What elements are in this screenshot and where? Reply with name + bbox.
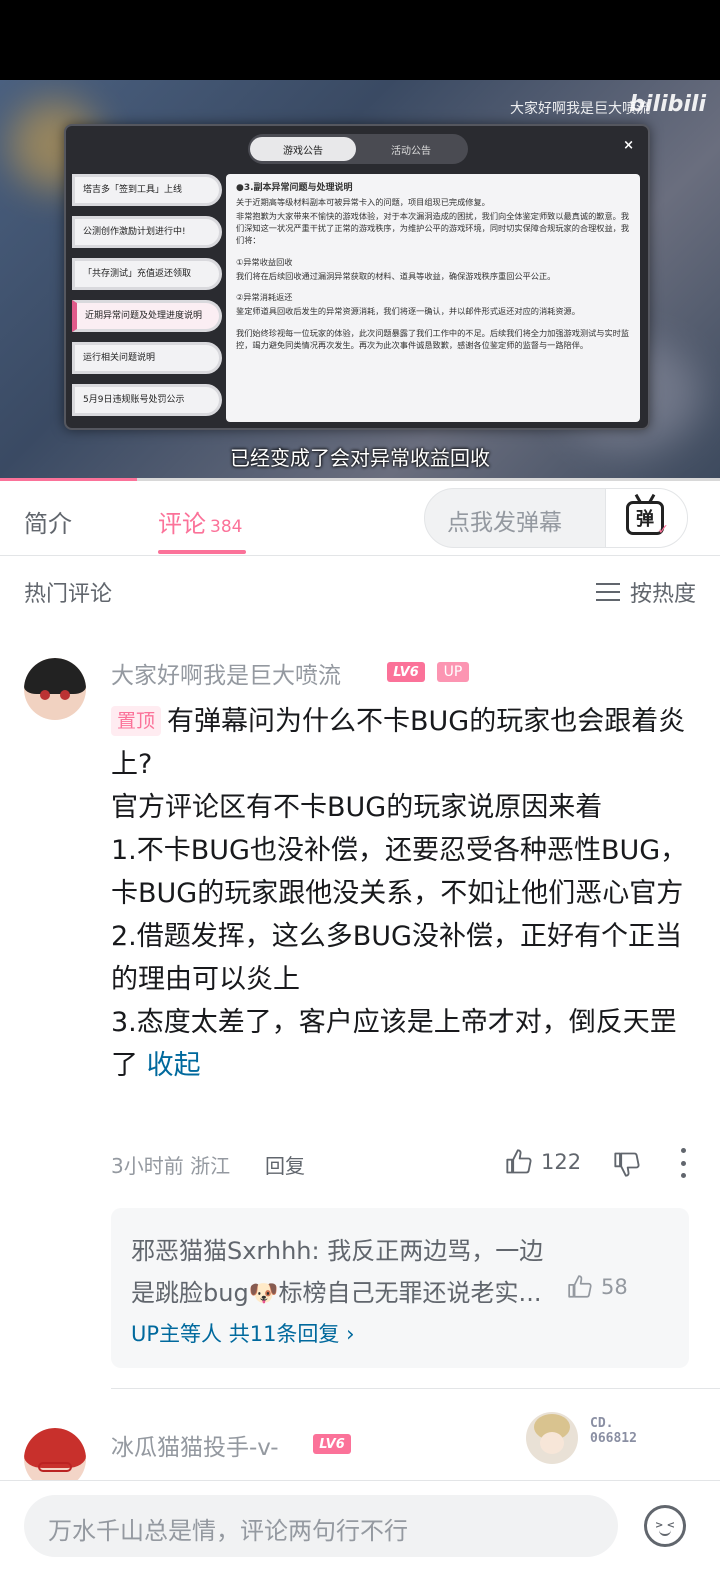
- thumbs-down-icon[interactable]: [613, 1150, 641, 1178]
- view-all-replies-link[interactable]: UP主等人 共11条回复 ›: [131, 1318, 355, 1348]
- pinned-tag: 置顶: [111, 706, 162, 736]
- tab-active-indicator: [158, 550, 246, 554]
- panel-list-item: 5月9日违规账号处罚公示: [72, 384, 222, 416]
- tab-comments-label: 评论: [158, 510, 206, 538]
- panel-list-item-active: 近期异常问题及处理进度说明: [72, 300, 222, 332]
- emoji-icon[interactable]: > <: [644, 1505, 686, 1547]
- video-player[interactable]: 大家好啊我是巨大喷流 bilibili 游戏公告 活动公告 × 塔吉多「签到工具…: [0, 80, 720, 480]
- status-bar: [0, 0, 720, 80]
- comment-text: 有弹幕问为什么不卡BUG的玩家也会跟着炎上? 官方评论区有不卡BUG的玩家说原因…: [111, 706, 688, 1081]
- like-button[interactable]: 122: [505, 1148, 581, 1176]
- panel-announcement-body: ●3.副本异常问题与处理说明 关于近期高等级材料副本可被异常卡入的问题，项目组现…: [226, 174, 640, 422]
- avatar[interactable]: [24, 658, 86, 720]
- panel-body-heading: ●3.副本异常问题与处理说明: [236, 183, 353, 193]
- tab-comments[interactable]: 评论 384: [158, 504, 242, 539]
- panel-list-item: 运行相关问题说明: [72, 342, 222, 374]
- comment-input-placeholder: 万水千山总是情，评论两句行不行: [48, 1517, 408, 1545]
- sort-by-popularity-button[interactable]: 按热度: [595, 576, 696, 608]
- reply-like-count: 58: [601, 1275, 628, 1299]
- panel-list-item: 「共存测试」充值返还领取: [72, 258, 222, 290]
- comment-time-location: 3小时前 浙江: [111, 1154, 231, 1178]
- decoration-number: CD. 066812: [590, 1416, 637, 1446]
- panel-tab-game: 游戏公告: [250, 137, 356, 161]
- reply-like-button[interactable]: 58: [567, 1274, 628, 1300]
- danmaku-icon-glyph: 弹: [636, 509, 654, 530]
- danmaku-input[interactable]: 点我发弹幕 弹 ✓: [424, 488, 688, 548]
- tab-intro[interactable]: 简介: [24, 504, 72, 539]
- sort-list-icon: [595, 583, 620, 601]
- panel-body-line: 我们将在后续回收通过漏洞异常获取的材料、道具等收益，确保游戏秩序重回公平公正。: [236, 270, 556, 281]
- thumbs-up-icon: [568, 1275, 592, 1298]
- danmaku-toggle-button[interactable]: 弹 ✓: [605, 489, 687, 547]
- more-options-icon[interactable]: [679, 1148, 687, 1178]
- fan-decoration-card[interactable]: CD. 066812: [526, 1412, 666, 1464]
- game-announcement-panel: 游戏公告 活动公告 × 塔吉多「签到工具」上线 公测创作激励计划进行中! 「共存…: [64, 124, 650, 430]
- video-tab-bar: 简介 评论 384 点我发弹幕 弹 ✓: [0, 480, 720, 556]
- check-icon: ✓: [657, 522, 669, 538]
- reply-preview[interactable]: 邪恶猫猫Sxrhhh: 我反正两边骂，一边是跳脸bug🐶标榜自己无罪还说老实..…: [111, 1208, 689, 1368]
- thumbs-up-icon: [506, 1149, 532, 1174]
- panel-body-line: 我们始终珍视每一位玩家的体验，此次问题暴露了我们工作中的不足。后续我们将全力加强…: [236, 328, 630, 351]
- comments-count: 384: [210, 517, 243, 537]
- bilibili-logo: bilibili: [629, 92, 706, 117]
- panel-list-item: 塔吉多「签到工具」上线: [72, 174, 222, 206]
- comment-body: 置顶 有弹幕问为什么不卡BUG的玩家也会跟着炎上? 官方评论区有不卡BUG的玩家说…: [111, 700, 701, 1087]
- comment-divider: [111, 1388, 720, 1389]
- panel-body-line: 非常抱歉为大家带来不愉快的游戏体验，对于本次漏洞造成的困扰，我们向全体鉴定师致以…: [236, 210, 630, 245]
- panel-tab-event: 活动公告: [391, 145, 431, 157]
- panel-list-item: 公测创作激励计划进行中!: [72, 216, 222, 248]
- comment-username[interactable]: 冰瓜猫猫投手-v-: [111, 1428, 279, 1462]
- panel-body-line: ①异常收益回收: [236, 256, 293, 267]
- bottom-comment-bar: 万水千山总是情，评论两句行不行 > <: [0, 1480, 720, 1584]
- comment-input[interactable]: 万水千山总是情，评论两句行不行: [24, 1495, 618, 1557]
- panel-close-icon: ×: [623, 138, 634, 153]
- reply-preview-text: 邪恶猫猫Sxrhhh: 我反正两边骂，一边是跳脸bug🐶标榜自己无罪还说老实..…: [131, 1237, 544, 1307]
- comment-meta-row: 3小时前 浙江 回复 122: [111, 1148, 701, 1180]
- panel-announcement-list: 塔吉多「签到工具」上线 公测创作激励计划进行中! 「共存测试」充值返还领取 近期…: [72, 174, 222, 426]
- video-subtitle: 已经变成了会对异常收益回收: [230, 446, 490, 470]
- panel-tab-switcher: 游戏公告 活动公告: [248, 134, 468, 164]
- danmaku-icon: 弹 ✓: [626, 493, 669, 538]
- reply-button[interactable]: 回复: [265, 1150, 305, 1179]
- panel-body-line: 关于近期高等级材料副本可被异常卡入的问题，项目组现已完成修复。: [236, 197, 490, 208]
- decoration-avatar-icon: [526, 1412, 578, 1464]
- comment-sort-header: 热门评论 按热度: [0, 570, 720, 610]
- collapse-link[interactable]: 收起: [147, 1050, 201, 1081]
- view-all-replies-label: UP主等人 共11条回复: [131, 1322, 340, 1346]
- panel-body-line: 鉴定师道具回收后发生的异常资源消耗，我们将逐一确认，并以邮件形式返还对应的消耗资…: [236, 306, 580, 317]
- comment-username[interactable]: 大家好啊我是巨大喷流: [111, 656, 341, 690]
- danmaku-placeholder: 点我发弹幕: [447, 510, 562, 536]
- chevron-right-icon: ›: [346, 1322, 355, 1346]
- panel-body-line: ②异常消耗返还: [236, 292, 293, 303]
- like-count: 122: [541, 1150, 582, 1174]
- sort-label: 按热度: [629, 582, 696, 607]
- level-badge: LV6: [387, 662, 425, 682]
- hot-comments-label: 热门评论: [24, 582, 113, 607]
- level-badge: LV6: [313, 1434, 351, 1454]
- up-badge: UP: [437, 662, 469, 682]
